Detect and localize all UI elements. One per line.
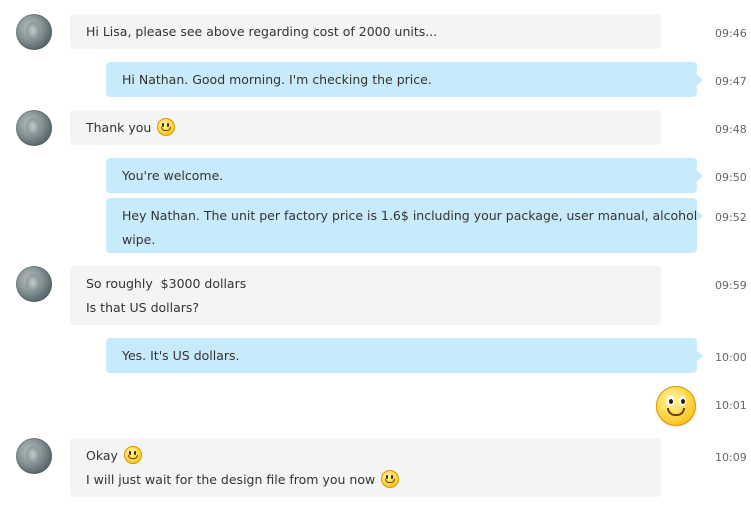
contact-avatar[interactable]	[16, 266, 52, 302]
message-timestamp: 09:50	[715, 171, 747, 184]
message-timestamp: 09:59	[715, 279, 747, 292]
message-text: Thank you	[86, 120, 152, 135]
message-timestamp: 09:48	[715, 123, 747, 136]
contact-avatar[interactable]	[16, 438, 52, 474]
message-text: Yes. It's US dollars.	[122, 348, 240, 363]
message-line: I will just wait for the design file fro…	[86, 468, 645, 492]
message-text: I will just wait for the design file fro…	[86, 472, 376, 487]
outgoing-message[interactable]: Yes. It's US dollars.	[106, 338, 703, 373]
message-timestamp: 10:00	[715, 351, 747, 364]
outgoing-message[interactable]: You're welcome.	[106, 158, 703, 193]
message-text: You're welcome.	[122, 168, 224, 183]
message-timestamp: 09:52	[715, 211, 747, 224]
big-smile-emoji-icon[interactable]	[656, 386, 696, 426]
message-text: wipe.	[122, 232, 156, 247]
smile-emoji-icon	[381, 470, 400, 488]
message-text: Is that US dollars?	[86, 300, 200, 315]
message-text: Hi Lisa, please see above regarding cost…	[86, 24, 438, 39]
message-timestamp: 10:09	[715, 451, 747, 464]
incoming-message[interactable]: Okay I will just wait for the design fil…	[70, 438, 661, 497]
message-text: Okay	[86, 448, 118, 463]
incoming-message[interactable]: Hi Lisa, please see above regarding cost…	[70, 14, 661, 49]
message-line: Okay	[86, 444, 645, 468]
message-timestamp: 10:01	[715, 399, 747, 412]
message-line: Thank you	[86, 116, 645, 140]
contact-avatar[interactable]	[16, 14, 52, 50]
outgoing-message[interactable]: Hi Nathan. Good morning. I'm checking th…	[106, 62, 703, 97]
outgoing-message[interactable]: Hey Nathan. The unit per factory price i…	[106, 198, 703, 253]
message-text: So roughly $3000 dollars	[86, 276, 247, 291]
message-text: Hi Nathan. Good morning. I'm checking th…	[122, 72, 432, 87]
contact-avatar[interactable]	[16, 110, 52, 146]
incoming-message[interactable]: So roughly $3000 dollars Is that US doll…	[70, 266, 661, 325]
message-timestamp: 09:46	[715, 27, 747, 40]
message-text: Hey Nathan. The unit per factory price i…	[122, 208, 698, 223]
message-timestamp: 09:47	[715, 75, 747, 88]
smile-emoji-icon	[123, 446, 142, 464]
incoming-message[interactable]: Thank you	[70, 110, 661, 145]
smile-emoji-icon	[157, 118, 176, 136]
emoji-eyes	[669, 399, 673, 404]
